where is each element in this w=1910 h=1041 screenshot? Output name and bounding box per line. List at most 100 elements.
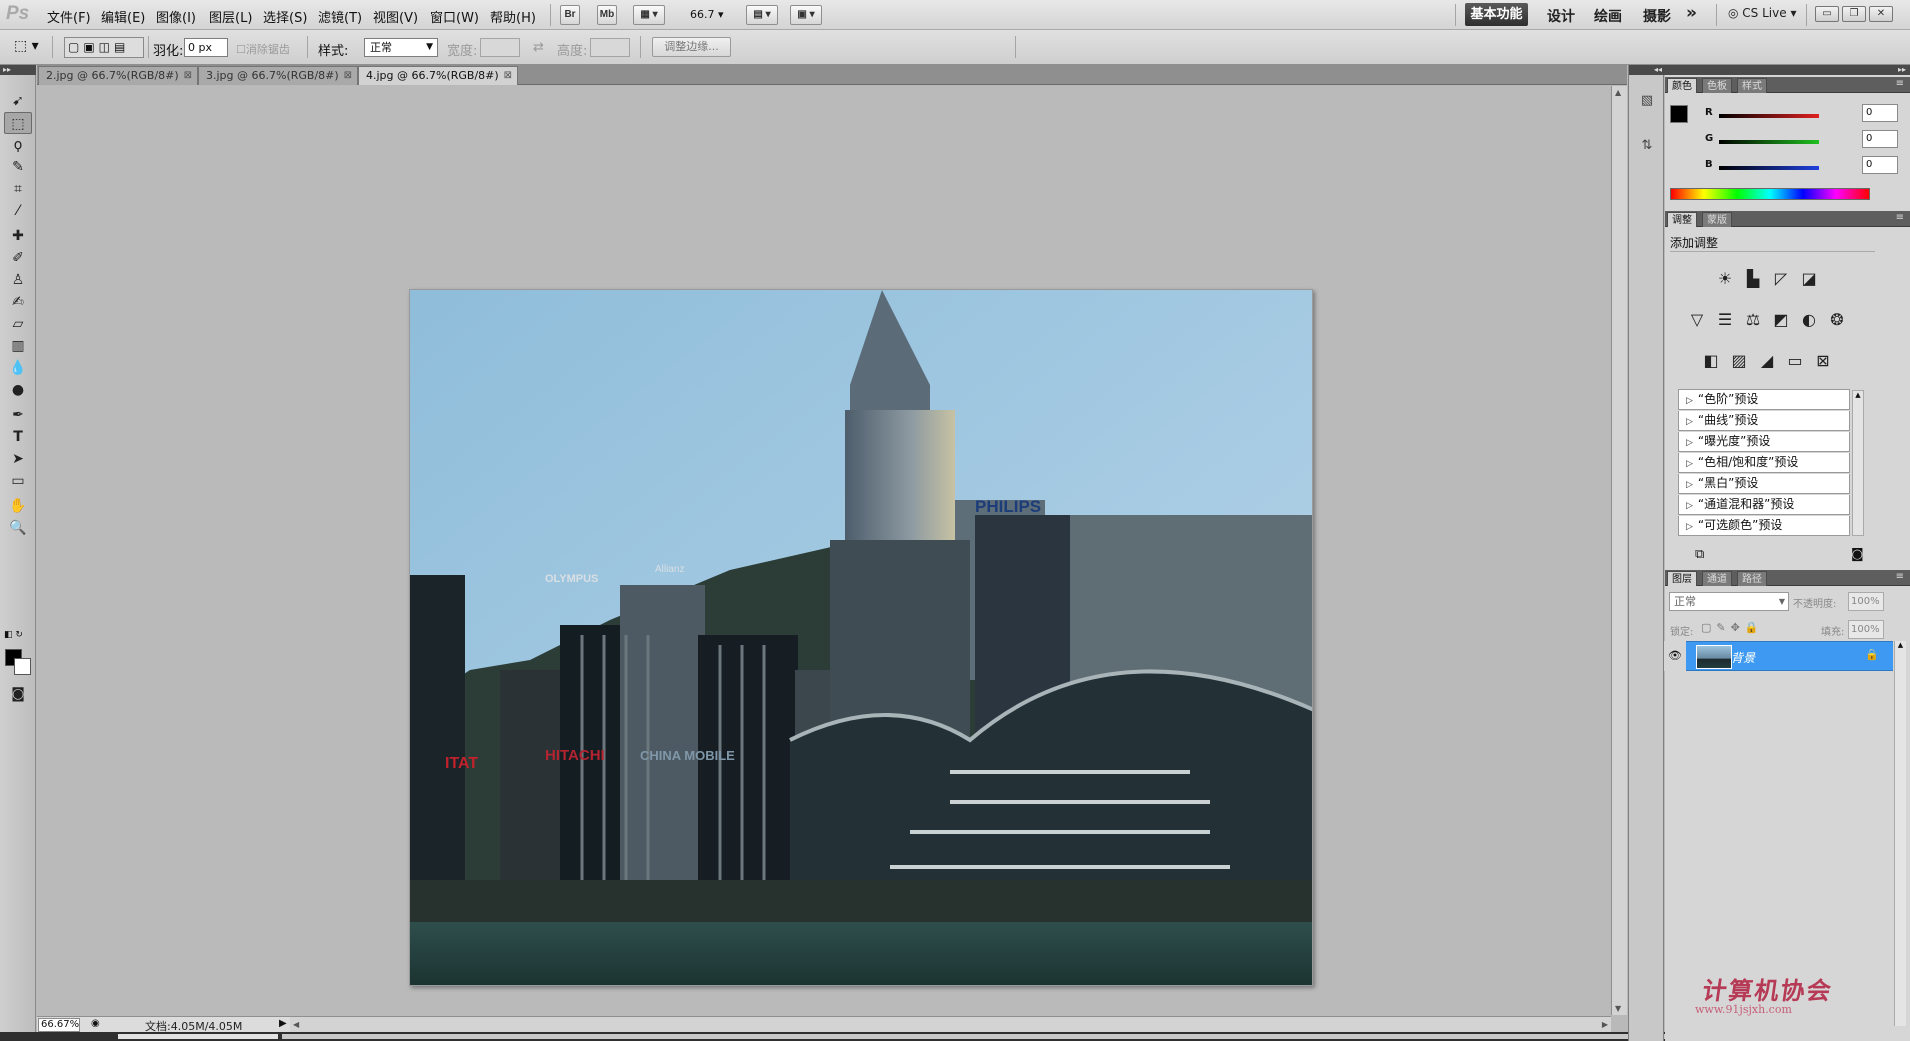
background-color-swatch[interactable]	[14, 658, 31, 675]
width-input[interactable]	[480, 38, 520, 57]
red-value-input[interactable]: 0	[1862, 104, 1898, 122]
preset-scrollbar[interactable]: ▲	[1852, 390, 1864, 536]
black-white-icon[interactable]: ◩	[1770, 309, 1792, 331]
tab-3-jpg[interactable]: 3.jpg @ 66.7%(RGB/8#) ⊠	[198, 66, 358, 85]
zoom-level-dropdown[interactable]: 66.7 ▾	[690, 8, 724, 21]
curves-icon[interactable]: ◸	[1770, 268, 1792, 290]
cs-live-button[interactable]: ◎ CS Live ▾	[1728, 6, 1796, 20]
quick-mask-icon[interactable]: ◙	[4, 683, 32, 705]
zoom-tool-icon[interactable]: 🔍	[4, 517, 32, 539]
style-select[interactable]: 正常 ▼	[364, 38, 438, 57]
photo-filter-icon[interactable]: ◐	[1798, 309, 1820, 331]
tab-2-jpg[interactable]: 2.jpg @ 66.7%(RGB/8#) ⊠	[38, 66, 198, 85]
blue-value-input[interactable]: 0	[1862, 156, 1898, 174]
workspace-painting[interactable]: 绘画	[1594, 6, 1622, 26]
preset-channel-mixer[interactable]: ▷ “通道混和器”预设	[1678, 495, 1850, 515]
default-colors-icon[interactable]: ◧ ↻	[4, 630, 23, 640]
close-icon[interactable]: ⊠	[184, 67, 192, 84]
hand-tool-icon[interactable]: ✋	[4, 495, 32, 517]
close-icon[interactable]: ⊠	[504, 67, 512, 84]
move-tool-icon[interactable]: ➹	[4, 90, 32, 112]
crop-tool-icon[interactable]: ⌗	[4, 178, 32, 200]
blue-slider[interactable]	[1719, 166, 1819, 170]
brush-tool-icon[interactable]: ✐	[4, 247, 32, 269]
exposure-icon[interactable]: ◪	[1798, 268, 1820, 290]
tab-channels[interactable]: 通道	[1702, 571, 1732, 586]
close-icon[interactable]: ✕	[1869, 6, 1893, 22]
panel-menu-icon[interactable]: ≡	[1896, 212, 1904, 223]
vibrance-icon[interactable]: ▽	[1686, 309, 1708, 331]
height-input[interactable]	[590, 38, 630, 57]
taskbar-item[interactable]	[282, 1034, 1712, 1039]
lock-buttons[interactable]: ▢✎✥🔒	[1701, 621, 1764, 634]
rectangle-tool-icon[interactable]: ▭	[4, 470, 32, 492]
history-panel-icon[interactable]: ▧	[1635, 90, 1659, 112]
workspace-essentials[interactable]: 基本功能	[1465, 3, 1528, 26]
gradient-map-icon[interactable]: ▭	[1784, 350, 1806, 372]
scroll-up-icon[interactable]: ▲	[1615, 88, 1621, 97]
scroll-down-icon[interactable]: ▼	[1615, 1004, 1621, 1013]
lasso-tool-icon[interactable]: ϙ	[4, 134, 32, 156]
mini-bridge-button[interactable]: Mb	[597, 5, 617, 25]
taskbar-item[interactable]	[118, 1034, 278, 1039]
fill-input[interactable]: 100%	[1848, 620, 1884, 639]
green-value-input[interactable]: 0	[1862, 130, 1898, 148]
horizontal-scrollbar[interactable]: ◀ ▶	[290, 1016, 1611, 1032]
healing-brush-tool-icon[interactable]: ✚	[4, 225, 32, 247]
channel-mixer-icon[interactable]: ❂	[1826, 309, 1848, 331]
path-selection-tool-icon[interactable]: ➤	[4, 448, 32, 470]
scroll-right-icon[interactable]: ▶	[1602, 1020, 1608, 1029]
menu-edit[interactable]: 编辑(E)	[101, 7, 145, 26]
visibility-eye-icon[interactable]: 👁	[1664, 641, 1686, 671]
workspace-photography[interactable]: 摄影	[1643, 6, 1671, 26]
tab-layers[interactable]: 图层	[1667, 571, 1697, 586]
minimize-icon[interactable]: ▭	[1815, 6, 1839, 22]
preset-selective-color[interactable]: ▷ “可选颜色”预设	[1678, 516, 1850, 536]
preset-hue-saturation[interactable]: ▷ “色相/饱和度”预设	[1678, 453, 1850, 473]
eraser-tool-icon[interactable]: ▱	[4, 313, 32, 335]
menu-layer[interactable]: 图层(L)	[209, 7, 252, 26]
tab-color[interactable]: 颜色	[1667, 78, 1697, 93]
layer-row-background[interactable]: 👁 背景 🔒	[1664, 641, 1893, 671]
more-workspaces-button[interactable]: »	[1686, 3, 1697, 23]
quick-selection-tool-icon[interactable]: ✎	[4, 156, 32, 178]
invert-icon[interactable]: ◧	[1700, 350, 1722, 372]
selection-mode-buttons[interactable]: ▢▣◫▤	[64, 37, 144, 58]
tab-adjustments[interactable]: 调整	[1667, 212, 1697, 227]
clip-to-layer-icon[interactable]: ⧉	[1695, 547, 1704, 562]
tab-swatches[interactable]: 色板	[1702, 78, 1732, 93]
blend-mode-select[interactable]: 正常 ▼	[1669, 592, 1789, 611]
layers-scrollbar[interactable]: ▲	[1894, 641, 1906, 1026]
eyedropper-tool-icon[interactable]: ⁄	[4, 200, 32, 222]
posterize-icon[interactable]: ▨	[1728, 350, 1750, 372]
view-extras-button[interactable]: ▦ ▾	[633, 5, 665, 25]
red-slider[interactable]	[1719, 114, 1819, 118]
feather-input[interactable]: 0 px	[184, 38, 228, 57]
tab-masks[interactable]: 蒙版	[1702, 212, 1732, 227]
menu-file[interactable]: 文件(F)	[47, 7, 91, 26]
menu-window[interactable]: 窗口(W)	[430, 7, 479, 26]
rectangular-marquee-tool-icon[interactable]: ⬚	[4, 112, 32, 134]
vertical-scrollbar[interactable]: ▲ ▼	[1611, 86, 1627, 1015]
opacity-input[interactable]: 100%	[1848, 592, 1884, 611]
menu-select[interactable]: 选择(S)	[263, 7, 307, 26]
bridge-button[interactable]: Br	[560, 5, 580, 25]
hue-saturation-icon[interactable]: ☰	[1714, 309, 1736, 331]
actions-panel-icon[interactable]: ⇅	[1635, 135, 1659, 157]
arrange-documents-button[interactable]: ▤ ▾	[746, 5, 778, 25]
threshold-icon[interactable]: ◢	[1756, 350, 1778, 372]
dock-header[interactable]: ◂◂	[1629, 65, 1665, 75]
tab-paths[interactable]: 路径	[1737, 571, 1767, 586]
pen-tool-icon[interactable]: ✒	[4, 404, 32, 426]
color-spectrum-ramp[interactable]	[1670, 188, 1870, 200]
color-balance-icon[interactable]: ⚖	[1742, 309, 1764, 331]
menu-help[interactable]: 帮助(H)	[490, 7, 536, 26]
panel-menu-icon[interactable]: ≡	[1896, 571, 1904, 582]
scroll-left-icon[interactable]: ◀	[293, 1020, 299, 1029]
layer-name[interactable]: 背景	[1731, 649, 1755, 666]
preset-curves[interactable]: ▷ “曲线”预设	[1678, 411, 1850, 431]
menu-filter[interactable]: 滤镜(T)	[318, 7, 362, 26]
selective-color-icon[interactable]: ⊠	[1812, 350, 1834, 372]
green-slider[interactable]	[1719, 140, 1819, 144]
levels-icon[interactable]: ▙	[1742, 268, 1764, 290]
